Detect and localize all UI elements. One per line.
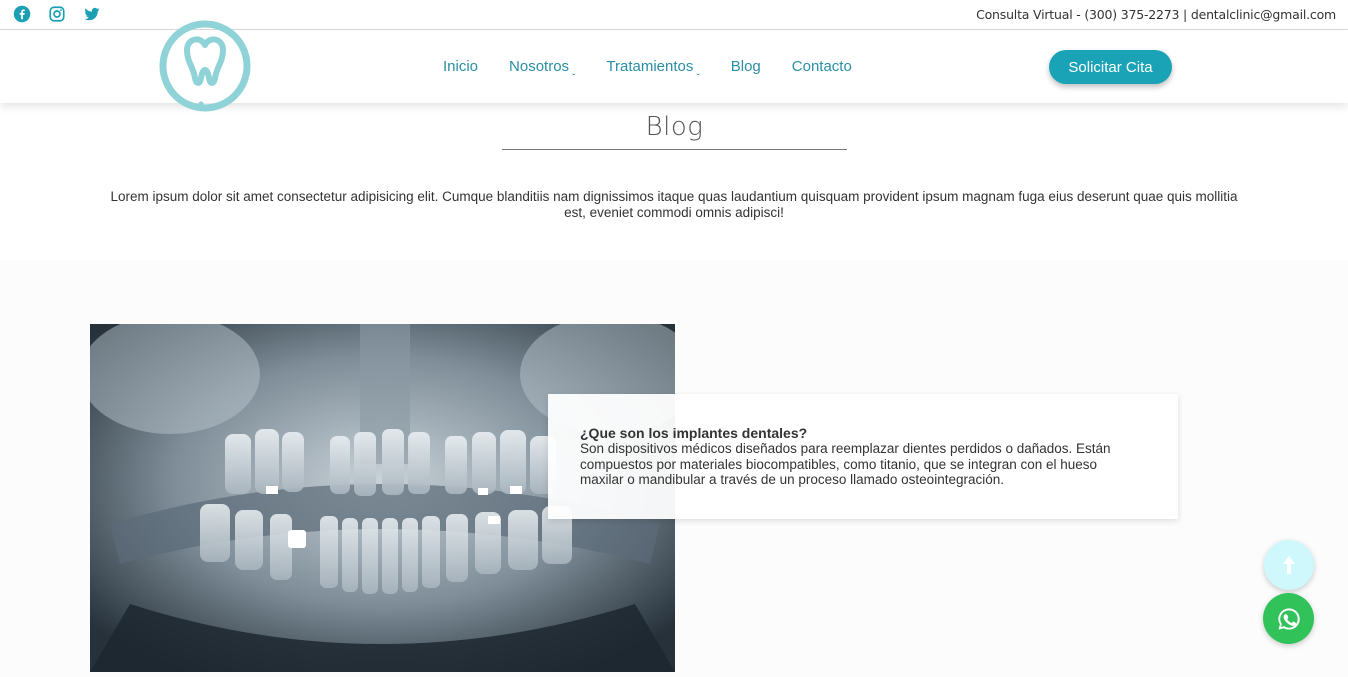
tooth-logo-icon[interactable] [157, 18, 253, 114]
intro-text: Lorem ipsum dolor sit amet consectetur a… [110, 189, 1238, 220]
social-links [13, 5, 118, 23]
nav-label: Inicio [443, 58, 479, 75]
page-title: Blog [502, 112, 847, 150]
chevron-down-icon: ˬ [696, 65, 700, 76]
nav-tratamientos[interactable]: Tratamientos ˬ [606, 58, 700, 76]
contact-info: Consulta Virtual - (300) 375-2273 | dent… [976, 7, 1336, 22]
post-excerpt: Son dispositivos médicos diseñados para … [580, 441, 1111, 487]
main-menu: Inicio Nosotros ˬ Tratamientos ˬ Blog Cont… [443, 58, 883, 76]
nav-label: Contacto [791, 58, 852, 75]
nav-contacto[interactable]: Contacto [792, 58, 852, 75]
nav-blog[interactable]: Blog [731, 58, 761, 75]
nav-nosotros[interactable]: Nosotros ˬ [509, 58, 576, 76]
post-title[interactable]: ¿Que son los implantes dentales? [580, 425, 1146, 441]
twitter-icon[interactable] [83, 5, 101, 23]
request-appointment-button[interactable]: Solicitar Cita [1049, 50, 1172, 84]
arrow-up-icon [1283, 556, 1295, 574]
nav-label: Blog [730, 58, 761, 75]
nav-label: Tratamientos [606, 58, 694, 75]
nav-label: Nosotros [509, 58, 570, 75]
nav-inicio[interactable]: Inicio [443, 58, 478, 75]
chevron-down-icon: ˬ [572, 65, 576, 76]
whatsapp-button[interactable] [1263, 593, 1314, 644]
main-navbar: Inicio Nosotros ˬ Tratamientos ˬ Blog Cont… [0, 20, 1348, 112]
instagram-icon[interactable] [48, 5, 66, 23]
scroll-to-top-button[interactable] [1264, 540, 1314, 590]
blog-post-card[interactable]: ¿Que son los implantes dentales? Son dis… [548, 394, 1178, 519]
whatsapp-icon [1277, 607, 1300, 630]
facebook-icon[interactable] [13, 5, 31, 23]
